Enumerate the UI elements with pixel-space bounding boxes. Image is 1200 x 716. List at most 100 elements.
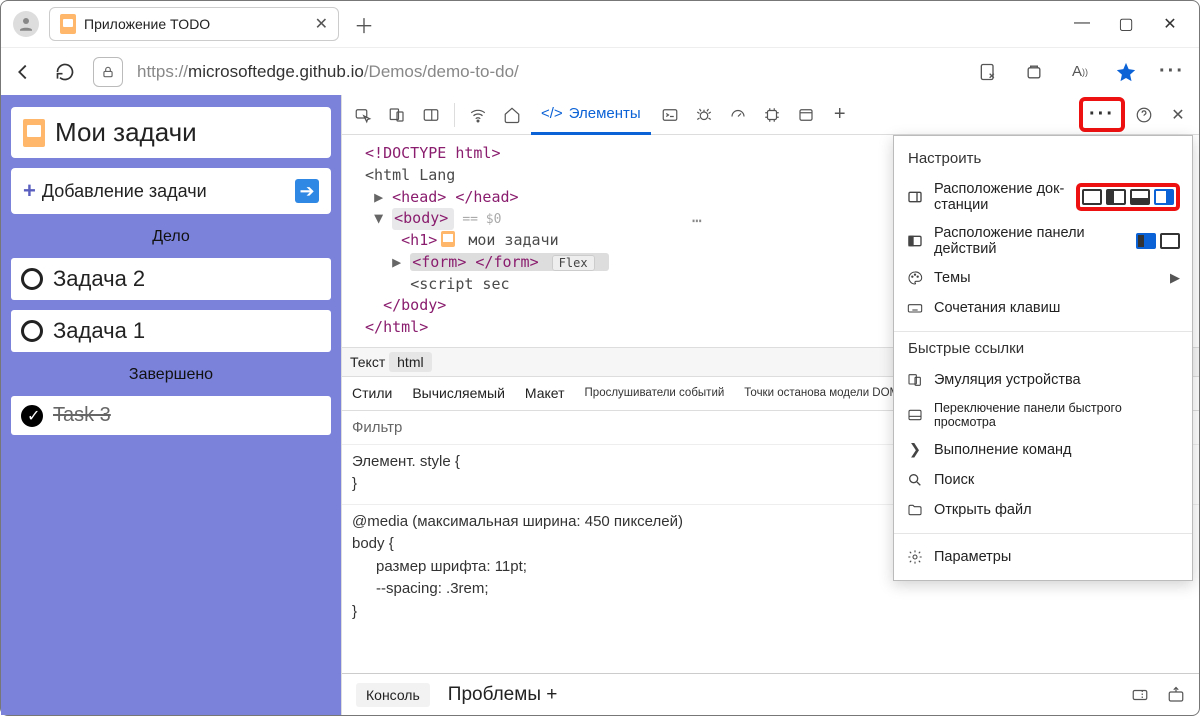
menu-settings[interactable]: Параметры [894, 542, 1192, 572]
task-label: Task 3 [53, 404, 111, 427]
console-tab-icon[interactable] [655, 100, 685, 130]
refresh-button[interactable] [51, 58, 79, 86]
device-emulation-icon[interactable] [382, 100, 412, 130]
task-checkbox-done-icon[interactable] [21, 405, 43, 427]
collections-icon[interactable] [1023, 61, 1045, 83]
flex-badge[interactable]: Flex [552, 255, 595, 271]
task-checkbox-icon[interactable] [21, 268, 43, 290]
menu-device-emulation[interactable]: Эмуляция устройства [894, 365, 1192, 395]
dom-script[interactable]: <script sec [410, 275, 509, 293]
dom-h1[interactable]: <h1> [401, 231, 437, 249]
home-icon[interactable] [497, 100, 527, 130]
new-tab-button[interactable]: ＋ [347, 7, 381, 41]
drawer-problems-tab[interactable]: Проблемы + [448, 684, 558, 706]
menu-label: Эмуляция устройства [934, 372, 1081, 388]
site-info-button[interactable] [93, 57, 123, 87]
dock-undock-icon[interactable] [1082, 189, 1102, 205]
drawer-expand-icon[interactable] [1167, 686, 1185, 704]
menu-label: Переключение панели быстрого просмотра [934, 401, 1180, 429]
memory-icon[interactable] [757, 100, 787, 130]
browser-tab[interactable]: Приложение TODO ✕ [49, 7, 339, 41]
add-task-row[interactable]: + Добавление задачи ➔ [11, 168, 331, 214]
dom-body[interactable]: <body> [394, 209, 448, 227]
minimize-button[interactable]: — [1073, 14, 1091, 34]
drawer-dock-icon[interactable] [1131, 686, 1149, 704]
subtab-computed[interactable]: Вычисляемый [412, 385, 505, 401]
menu-shortcuts[interactable]: Сочетания клавиш [894, 293, 1192, 323]
menu-open-file[interactable]: Открыть файл [894, 495, 1192, 525]
task-label: Задача 1 [53, 318, 145, 344]
browser-menu-button[interactable]: ··· [1161, 61, 1183, 83]
menu-search[interactable]: Поиск [894, 465, 1192, 495]
task-item-done[interactable]: Task 3 [11, 396, 331, 435]
tab-elements-label: Элементы [569, 105, 641, 122]
maximize-button[interactable]: ▢ [1117, 14, 1135, 34]
menu-label: Расположение панели действий [934, 225, 1126, 257]
menu-themes[interactable]: Темы ▶ [894, 263, 1192, 293]
add-tab-icon[interactable]: + [825, 100, 855, 130]
bug-icon[interactable] [689, 100, 719, 130]
dock-icon [906, 188, 924, 206]
task-item[interactable]: Задача 2 [11, 258, 331, 300]
dock-side-icon[interactable] [416, 100, 446, 130]
dom-doctype: <!DOCTYPE html> [365, 144, 500, 162]
back-button[interactable] [9, 58, 37, 86]
app-header: Мои задачи [11, 107, 331, 158]
dom-html: <html Lang [365, 166, 455, 184]
window-titlebar: Приложение TODO ✕ ＋ — ▢ ✕ [1, 1, 1199, 47]
dock-left-icon[interactable] [1106, 189, 1126, 205]
menu-quick-view[interactable]: Переключение панели быстрого просмотра [894, 395, 1192, 435]
subtab-styles[interactable]: Стили [352, 385, 392, 401]
tab-elements[interactable]: </> Элементы [531, 95, 651, 135]
crumb-active[interactable]: html [389, 352, 431, 372]
help-icon[interactable] [1129, 100, 1159, 130]
drawer-console-tab[interactable]: Консоль [356, 683, 430, 707]
section-todo: Дело [11, 224, 331, 248]
application-tab-icon[interactable] [791, 100, 821, 130]
dom-head[interactable]: <head> </head> [392, 188, 518, 206]
dom-h1-text: мои задачи [468, 231, 558, 249]
popup-heading-customize: Настроить [908, 150, 1178, 167]
add-task-label: Добавление задачи [42, 181, 207, 202]
activity-top-icon[interactable] [1160, 233, 1180, 249]
popup-heading-quick: Быстрые ссылки [908, 340, 1178, 357]
profile-avatar[interactable] [13, 11, 39, 37]
style-prop-spacing[interactable]: --spacing: .3rem; [352, 578, 1189, 601]
panel-icon [906, 232, 924, 250]
menu-label: Выполнение команд [934, 442, 1072, 458]
section-done: Завершено [11, 362, 331, 386]
dock-right-icon[interactable] [1154, 189, 1174, 205]
search-icon [906, 471, 924, 489]
task-checkbox-icon[interactable] [21, 320, 43, 342]
subtab-dom-breakpoints[interactable]: Точки останова модели DOM [744, 387, 899, 399]
inspect-element-icon[interactable] [348, 100, 378, 130]
window-controls: — ▢ ✕ [1073, 14, 1193, 34]
url-path: /Demos/demo-to-do/ [364, 62, 519, 81]
url-text[interactable]: https://microsoftedge.github.io/Demos/de… [137, 62, 519, 82]
devtools-toolbar: </> Элементы + ··· ✕ [342, 95, 1199, 135]
wifi-icon[interactable] [463, 100, 493, 130]
close-devtools-icon[interactable]: ✕ [1163, 100, 1193, 130]
url-protocol: https:// [137, 62, 188, 81]
activity-left-icon[interactable] [1136, 233, 1156, 249]
dock-bottom-icon[interactable] [1130, 189, 1150, 205]
menu-dock-side[interactable]: Расположение док-станции [894, 175, 1192, 219]
task-label: Задача 2 [53, 266, 145, 292]
todo-app: Мои задачи + Добавление задачи ➔ Дело За… [1, 95, 341, 715]
read-aloud-icon[interactable]: A)) [1069, 61, 1091, 83]
edit-page-icon[interactable] [977, 61, 999, 83]
subtab-listeners[interactable]: Прослушиватели событий [585, 387, 725, 399]
menu-run-command[interactable]: ❯ Выполнение команд [894, 435, 1192, 465]
submit-arrow-icon[interactable]: ➔ [295, 179, 319, 203]
close-window-button[interactable]: ✕ [1161, 14, 1179, 34]
tab-title: Приложение TODO [84, 16, 210, 32]
performance-icon[interactable] [723, 100, 753, 130]
devtools-customize-menu: Настроить Расположение док-станции Распо… [893, 135, 1193, 581]
subtab-layout[interactable]: Макет [525, 385, 565, 401]
dom-form[interactable]: <form> </form> [412, 253, 538, 271]
devtools-more-button[interactable]: ··· [1079, 97, 1125, 132]
close-tab-icon[interactable]: ✕ [315, 14, 328, 34]
menu-activity-bar[interactable]: Расположение панели действий [894, 219, 1192, 263]
task-item[interactable]: Задача 1 [11, 310, 331, 352]
favorite-star-icon[interactable] [1115, 61, 1137, 83]
